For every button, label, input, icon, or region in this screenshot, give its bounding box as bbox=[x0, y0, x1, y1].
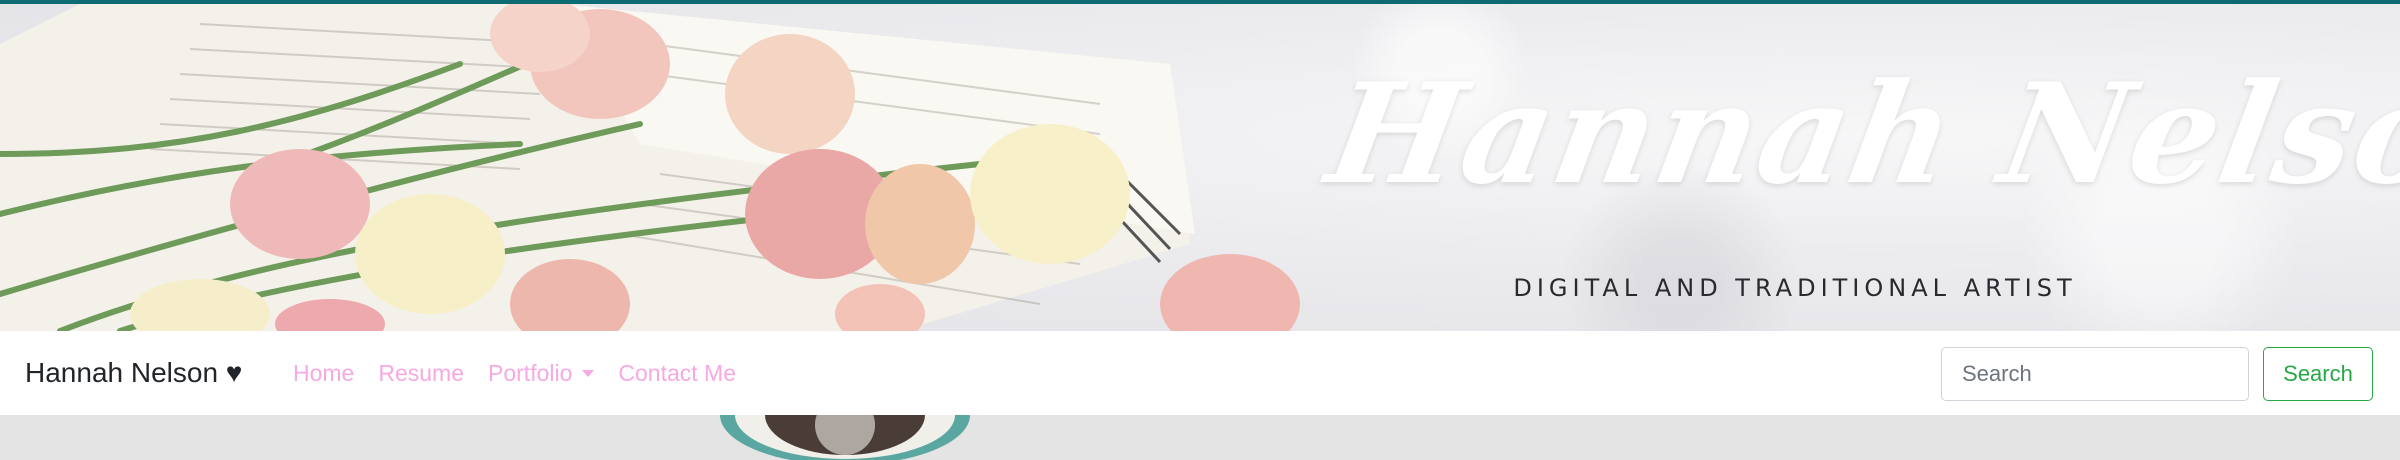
navbar-brand[interactable]: Hannah Nelson ♥ bbox=[25, 331, 242, 415]
search-button[interactable]: Search bbox=[2263, 347, 2373, 401]
nav-dropdown-portfolio-label: Portfolio bbox=[488, 359, 573, 386]
nav-link-resume[interactable]: Resume bbox=[378, 360, 464, 387]
banner-title: Hannah Nelson bbox=[1317, 52, 2400, 215]
header-banner: Hannah Nelson DIGITAL AND TRADITIONAL AR… bbox=[0, 4, 2400, 331]
nav-dropdown-portfolio[interactable]: Portfolio bbox=[488, 359, 595, 387]
nav-link-contact[interactable]: Contact Me bbox=[618, 360, 736, 387]
main-navbar: Hannah Nelson ♥ Home Resume Portfolio Co… bbox=[0, 331, 2400, 415]
cup-photo bbox=[720, 415, 970, 460]
search-input[interactable] bbox=[1941, 347, 2249, 401]
chevron-down-icon bbox=[582, 369, 595, 377]
banner-subtitle: DIGITAL AND TRADITIONAL ARTIST bbox=[1513, 274, 2077, 302]
flowers-book-photo bbox=[0, 4, 1300, 331]
content-background bbox=[0, 415, 2400, 460]
nav-links: Home Resume Portfolio Contact Me bbox=[293, 331, 760, 415]
nav-link-home[interactable]: Home bbox=[293, 360, 354, 387]
